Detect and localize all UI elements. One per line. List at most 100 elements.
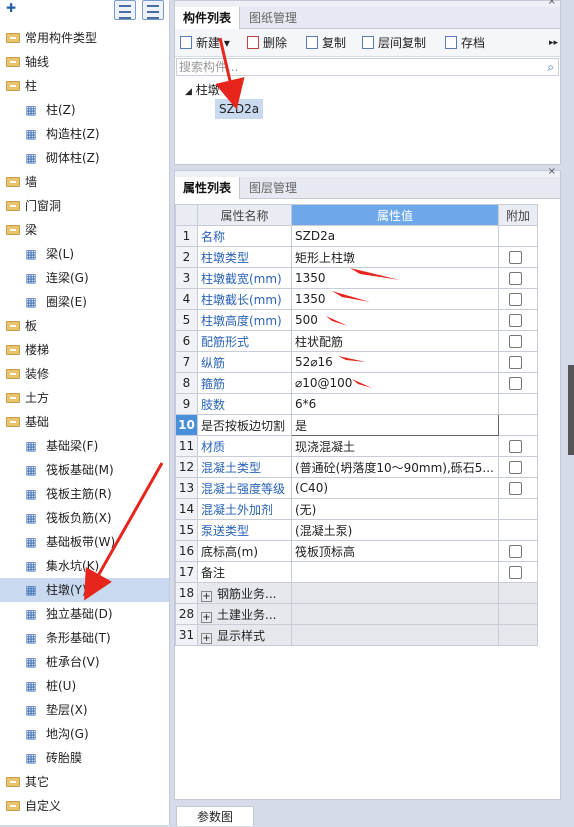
tree-folder[interactable]: 墙 [0, 170, 169, 194]
search-input[interactable]: 搜索构件... ⌕ [176, 58, 559, 76]
tree-item[interactable]: ▦ 构造柱(Z) [0, 122, 169, 146]
property-row[interactable]: 12 混凝土类型 (普通砼(坍落度10～90mm),砾石5... [175, 456, 538, 478]
tree-item[interactable]: ▦ 圈梁(E) [0, 290, 169, 314]
property-value[interactable] [291, 561, 499, 583]
property-row[interactable]: 8 箍筋 ⌀10@100 [175, 372, 538, 394]
property-row[interactable]: 11 材质 现浇混凝土 [175, 435, 538, 457]
tree-item[interactable]: ▦ 梁(L) [0, 242, 169, 266]
expand-icon[interactable]: + [201, 611, 212, 623]
attach-checkbox[interactable] [509, 335, 522, 348]
tab-drawing-management[interactable]: 图纸管理 [241, 7, 305, 29]
copy-button[interactable]: 复制 [306, 33, 346, 53]
property-value[interactable]: 1350 [291, 288, 499, 310]
tree-item[interactable]: ▦ 柱墩(Y) [0, 578, 169, 602]
tree-folder[interactable]: 板 [0, 314, 169, 338]
property-value[interactable]: (无) [291, 498, 499, 520]
attach-checkbox[interactable] [509, 440, 522, 453]
property-value[interactable]: 是 [291, 414, 499, 436]
tree-item[interactable]: ▦ 独立基础(D) [0, 602, 169, 626]
tab-layer-management[interactable]: 图层管理 [241, 177, 305, 199]
property-value[interactable]: 柱状配筋 [291, 330, 499, 352]
tree-folder[interactable]: 楼梯 [0, 338, 169, 362]
property-value[interactable]: (混凝土泵) [291, 519, 499, 541]
attach-checkbox[interactable] [509, 566, 522, 579]
tree-item[interactable]: ▦ 桩承台(V) [0, 650, 169, 674]
property-value[interactable]: SZD2a [291, 225, 499, 247]
tree-item[interactable]: ▦ 筏板主筋(R) [0, 482, 169, 506]
tree-item[interactable]: ▦ 垫层(X) [0, 698, 169, 722]
tree-item[interactable]: ▦ 砌体柱(Z) [0, 146, 169, 170]
tree-item[interactable]: ▦ 集水坑(K) [0, 554, 169, 578]
expand-icon[interactable]: + [201, 590, 212, 602]
attach-checkbox[interactable] [509, 356, 522, 369]
tree-item[interactable]: ▦ 筏板负筋(X) [0, 506, 169, 530]
attach-checkbox[interactable] [509, 251, 522, 264]
property-row[interactable]: 31 + 显示样式 [175, 624, 538, 646]
tree-folder[interactable]: 梁 [0, 218, 169, 242]
property-value[interactable]: 1350 [291, 267, 499, 289]
tree-folder[interactable]: 常用构件类型 [0, 26, 169, 50]
tab-component-list[interactable]: 构件列表 [175, 7, 241, 29]
property-value[interactable]: 现浇混凝土 [291, 435, 499, 457]
attach-checkbox[interactable] [509, 293, 522, 306]
attach-checkbox[interactable] [509, 314, 522, 327]
tab-parameter-diagram[interactable]: 参数图 [176, 806, 255, 826]
delete-button[interactable]: 删除 [247, 33, 287, 53]
tree-folder[interactable]: 轴线 [0, 50, 169, 74]
property-value[interactable]: 矩形上柱墩 [291, 246, 499, 268]
tree-folder[interactable]: 柱 [0, 74, 169, 98]
property-value[interactable]: ⌀10@100 [291, 372, 499, 394]
property-value[interactable]: 52⌀16 [291, 351, 499, 373]
sparkle-plus-icon[interactable]: ✚ [6, 1, 16, 15]
property-value[interactable]: 筏板顶标高 [291, 540, 499, 562]
property-row[interactable]: 3 柱墩截宽(mm) 1350 [175, 267, 538, 289]
tree-folder[interactable]: 门窗洞 [0, 194, 169, 218]
new-button[interactable]: 新建 ▾ [180, 33, 230, 53]
search-icon[interactable]: ⌕ [547, 59, 554, 75]
floor-copy-button[interactable]: 层间复制 [362, 33, 426, 53]
tree-folder[interactable]: 土方 [0, 386, 169, 410]
tree-folder[interactable]: 自定义 [0, 794, 169, 818]
tree-node-szd2a[interactable]: SZD2a [215, 99, 264, 119]
group-name[interactable]: + 土建业务... [197, 603, 292, 625]
property-row[interactable]: 16 底标高(m) 筏板顶标高 [175, 540, 538, 562]
tree-folder[interactable]: 基础 [0, 410, 169, 434]
tree-item[interactable]: ▦ 条形基础(T) [0, 626, 169, 650]
expand-icon[interactable]: + [201, 632, 212, 644]
tree-item[interactable]: ▦ 基础板带(W) [0, 530, 169, 554]
group-name[interactable]: + 钢筋业务... [197, 582, 292, 604]
tree-item[interactable]: ▦ 砖胎膜 [0, 746, 169, 770]
property-value[interactable]: 500 [291, 309, 499, 331]
property-row[interactable]: 6 配筋形式 柱状配筋 [175, 330, 538, 352]
close-icon[interactable]: × [548, 0, 556, 7]
property-row[interactable]: 18 + 钢筋业务... [175, 582, 538, 604]
tree-item[interactable]: ▦ 筏板基础(M) [0, 458, 169, 482]
tree-node-pier[interactable]: ◢ 柱墩 [185, 81, 220, 98]
more-icon[interactable]: ▸▸ [549, 33, 558, 53]
property-row[interactable]: 5 柱墩高度(mm) 500 [175, 309, 538, 331]
tree-item[interactable]: ▦ 柱(Z) [0, 98, 169, 122]
property-row[interactable]: 1 名称 SZD2a [175, 225, 538, 247]
attach-checkbox[interactable] [509, 545, 522, 558]
list-view-icon[interactable] [114, 0, 136, 20]
property-value[interactable]: (普通砼(坍落度10～90mm),砾石5... [291, 456, 499, 478]
grid-view-icon[interactable] [142, 0, 164, 20]
attach-checkbox[interactable] [509, 461, 522, 474]
property-row[interactable]: 10 是否按板边切割是 [175, 414, 538, 436]
tree-item[interactable]: ▦ 地沟(G) [0, 722, 169, 746]
tab-property-list[interactable]: 属性列表 [175, 177, 241, 199]
archive-button[interactable]: 存档 [445, 33, 485, 53]
property-row[interactable]: 15 泵送类型 (混凝土泵) [175, 519, 538, 541]
attach-checkbox[interactable] [509, 377, 522, 390]
tree-item[interactable]: ▦ 基础梁(F) [0, 434, 169, 458]
group-name[interactable]: + 显示样式 [197, 624, 292, 646]
property-row[interactable]: 2 柱墩类型 矩形上柱墩 [175, 246, 538, 268]
collapse-triangle-icon[interactable]: ◢ [185, 87, 192, 97]
tree-folder[interactable]: 其它 [0, 770, 169, 794]
property-value[interactable]: 6*6 [291, 393, 499, 415]
property-row[interactable]: 9 肢数 6*6 [175, 393, 538, 415]
property-row[interactable]: 4 柱墩截长(mm) 1350 [175, 288, 538, 310]
property-row[interactable]: 14 混凝土外加剂 (无) [175, 498, 538, 520]
property-value[interactable]: (C40) [291, 477, 499, 499]
property-row[interactable]: 17 备注 [175, 561, 538, 583]
